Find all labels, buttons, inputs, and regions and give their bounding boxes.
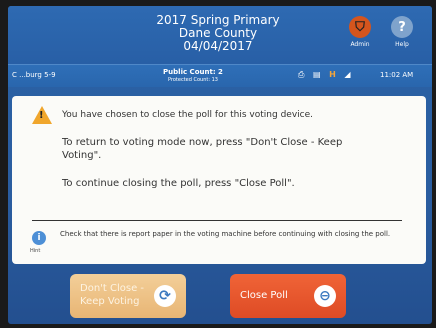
hint-label: Hint: [30, 248, 41, 254]
election-date: 04/04/2017: [183, 39, 253, 53]
hint-text: Check that there is report paper in the …: [60, 230, 391, 238]
protected-count: Protected Count: 13: [167, 77, 218, 83]
help-label: Help: [395, 41, 409, 48]
keep-voting-button[interactable]: Don't Close - Keep Voting ⟳: [70, 274, 186, 318]
info-icon: i: [32, 231, 46, 245]
refresh-icon: ⟳: [154, 285, 176, 307]
question-icon: ?: [391, 16, 413, 38]
election-title: 2017 Spring Primary Dane County 04/04/20…: [108, 14, 328, 53]
voting-screen: 2017 Spring Primary Dane County 04/04/20…: [8, 6, 432, 324]
admin-button[interactable]: ⛉ Admin: [342, 16, 378, 48]
minus-circle-icon: ⊖: [314, 285, 336, 307]
close-poll-label: Close Poll: [240, 290, 288, 301]
status-icons: ⎙ ▤ H ◢: [298, 70, 356, 80]
close-poll-dialog: ! You have chosen to close the poll for …: [12, 96, 426, 264]
continue-instruction: To continue closing the poll, press "Clo…: [62, 178, 295, 189]
header-bar: 2017 Spring Primary Dane County 04/04/20…: [8, 6, 432, 64]
precinct-name: C ...burg 5-9: [12, 71, 56, 79]
keep-voting-label: Don't Close - Keep Voting: [80, 283, 145, 307]
warning-icon-mark: !: [39, 110, 44, 121]
return-instruction: To return to voting mode now, press "Don…: [62, 137, 343, 161]
h-icon: H: [329, 70, 336, 79]
close-poll-button[interactable]: Close Poll ⊖: [230, 274, 346, 318]
admin-label: Admin: [350, 41, 370, 48]
divider: [32, 220, 402, 221]
status-bar: C ...burg 5-9 Public Count: 2 Protected …: [8, 64, 432, 87]
dialog-message: You have chosen to close the poll for th…: [62, 110, 313, 120]
help-button[interactable]: ? Help: [384, 16, 420, 48]
public-count: Public Count: 2: [163, 68, 223, 76]
printer-icon: ⎙: [298, 70, 305, 79]
document-icon: ▤: [312, 70, 321, 79]
clock: 11:02 AM: [380, 71, 414, 79]
signal-icon: ◢: [344, 70, 351, 79]
ballot-counts: Public Count: 2 Protected Count: 13: [148, 68, 238, 84]
shield-icon: ⛉: [349, 16, 371, 38]
